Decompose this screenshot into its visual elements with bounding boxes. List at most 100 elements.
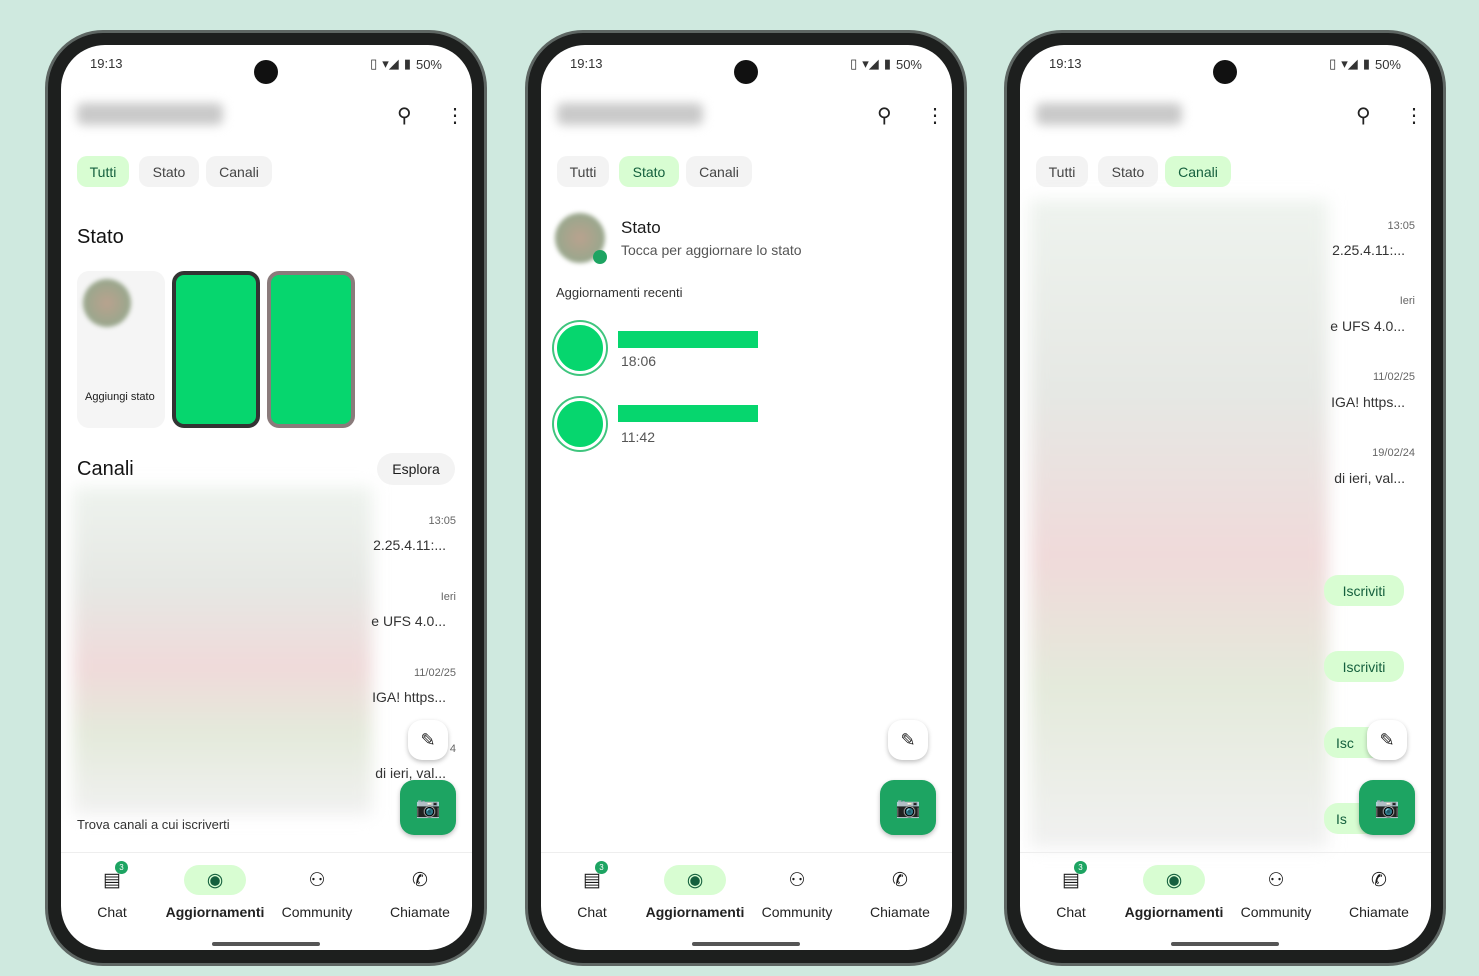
channel-preview[interactable]: di ieri, val... bbox=[356, 765, 446, 781]
page-title-blurred bbox=[1036, 103, 1182, 125]
nav-chat[interactable]: ▤ 3 Chat bbox=[62, 861, 162, 920]
vibrate-icon: ▯ bbox=[370, 56, 378, 71]
nav-label: Chat bbox=[97, 904, 127, 920]
chip-stato[interactable]: Stato bbox=[619, 156, 679, 187]
home-indicator[interactable] bbox=[692, 942, 800, 946]
home-indicator[interactable] bbox=[1171, 942, 1279, 946]
more-icon[interactable]: ⋮ bbox=[1404, 103, 1424, 128]
search-icon[interactable]: ⚲ bbox=[397, 103, 412, 128]
nav-label: Chiamate bbox=[1349, 904, 1409, 920]
nav-label: Chiamate bbox=[870, 904, 930, 920]
nav-chat[interactable]: ▤ 3 Chat bbox=[1021, 861, 1121, 920]
camera-add-icon: 📷 bbox=[1374, 797, 1400, 819]
chip-canali[interactable]: Canali bbox=[686, 156, 752, 187]
camera-add-icon: 📷 bbox=[895, 797, 921, 819]
contact-name-redacted bbox=[618, 405, 758, 422]
my-status-title[interactable]: Stato bbox=[621, 218, 661, 238]
updates-icon: ◉ bbox=[1165, 869, 1183, 891]
nav-divider bbox=[541, 852, 952, 853]
add-status-card[interactable]: Aggiungi stato bbox=[77, 271, 165, 428]
phone-icon: ✆ bbox=[1371, 869, 1387, 891]
channel-preview[interactable]: 2.25.4.11:... bbox=[356, 537, 446, 553]
explore-button[interactable]: Esplora bbox=[377, 453, 455, 485]
nav-aggiornamenti[interactable]: ◉ Aggiornamenti bbox=[1124, 865, 1224, 920]
nav-aggiornamenti[interactable]: ◉ Aggiornamenti bbox=[645, 865, 745, 920]
subscribe-button[interactable]: Iscriviti bbox=[1324, 575, 1404, 606]
channel-time: Ieri bbox=[440, 591, 456, 603]
battery-level: 50% bbox=[415, 56, 442, 72]
nav-divider bbox=[1020, 852, 1431, 853]
search-icon[interactable]: ⚲ bbox=[1356, 103, 1371, 128]
phone-icon: ✆ bbox=[892, 869, 908, 891]
chip-canali[interactable]: Canali bbox=[206, 156, 272, 187]
camera-fab[interactable]: 📷 bbox=[880, 780, 936, 835]
channel-time: 11/02/25 bbox=[413, 667, 456, 679]
my-status-subtitle: Tocca per aggiornare lo stato bbox=[621, 242, 802, 258]
camera-fab[interactable]: 📷 bbox=[1359, 780, 1415, 835]
status-ring[interactable] bbox=[554, 322, 606, 374]
channel-preview[interactable]: e UFS 4.0... bbox=[356, 613, 446, 629]
chip-stato[interactable]: Stato bbox=[1098, 156, 1158, 187]
nav-chiamate[interactable]: ✆ Chiamate bbox=[370, 865, 470, 921]
channel-preview[interactable]: IGA! https... bbox=[1315, 394, 1405, 410]
channel-list-blurred bbox=[73, 487, 372, 815]
recent-updates-heading: Aggiornamenti recenti bbox=[556, 285, 683, 300]
chip-stato[interactable]: Stato bbox=[139, 156, 199, 187]
channel-preview[interactable]: IGA! https... bbox=[356, 689, 446, 705]
chat-badge: 3 bbox=[115, 861, 128, 874]
more-icon[interactable]: ⋮ bbox=[925, 103, 945, 128]
nav-chat[interactable]: ▤ 3 Chat bbox=[542, 861, 642, 920]
nav-chiamate[interactable]: ✆ Chiamate bbox=[1329, 865, 1429, 921]
channel-list-blurred bbox=[1030, 200, 1328, 848]
nav-community[interactable]: ⚇ Community bbox=[1226, 865, 1326, 921]
system-icons: ▯ ▾◢ ▮ 50% bbox=[370, 56, 442, 72]
status-time: 19:13 bbox=[1049, 56, 1082, 71]
status-time: 19:13 bbox=[570, 56, 603, 71]
vibrate-icon: ▯ bbox=[1329, 56, 1337, 71]
camera-hole bbox=[734, 60, 758, 84]
channel-time: 13:05 bbox=[1387, 220, 1415, 232]
channel-preview[interactable]: di ieri, val... bbox=[1315, 470, 1405, 486]
nav-label: Chat bbox=[577, 904, 607, 920]
screen: 19:13 ▯ ▾◢ ▮ 50% ⚲ ⋮ Tutti Stato Canali Sta… bbox=[541, 45, 952, 950]
page-title-blurred bbox=[557, 103, 703, 125]
pencil-fab[interactable]: ✎ bbox=[888, 720, 928, 760]
subscribe-button[interactable]: Iscriviti bbox=[1324, 651, 1404, 682]
pencil-fab[interactable]: ✎ bbox=[1367, 720, 1407, 760]
battery-level: 50% bbox=[895, 56, 922, 72]
nav-divider bbox=[61, 852, 472, 853]
nav-label: Aggiornamenti bbox=[1124, 904, 1224, 920]
chip-tutti[interactable]: Tutti bbox=[77, 156, 129, 187]
vibrate-icon: ▯ bbox=[850, 56, 858, 71]
search-icon[interactable]: ⚲ bbox=[877, 103, 892, 128]
status-card[interactable] bbox=[267, 271, 355, 428]
pencil-fab[interactable]: ✎ bbox=[408, 720, 448, 760]
community-icon: ⚇ bbox=[1267, 869, 1285, 891]
channel-preview[interactable]: 2.25.4.11:... bbox=[1315, 242, 1405, 258]
pencil-icon: ✎ bbox=[420, 729, 436, 750]
nav-community[interactable]: ⚇ Community bbox=[747, 865, 847, 921]
camera-fab[interactable]: 📷 bbox=[400, 780, 456, 835]
community-icon: ⚇ bbox=[788, 869, 806, 891]
more-icon[interactable]: ⋮ bbox=[445, 103, 465, 128]
nav-aggiornamenti[interactable]: ◉ Aggiornamenti bbox=[165, 865, 265, 920]
status-card[interactable] bbox=[172, 271, 260, 428]
pencil-icon: ✎ bbox=[1379, 729, 1395, 750]
stato-heading: Stato bbox=[77, 226, 124, 248]
system-icons: ▯ ▾◢ ▮ 50% bbox=[1329, 56, 1401, 72]
channel-time: 13:05 bbox=[428, 515, 456, 527]
nav-community[interactable]: ⚇ Community bbox=[267, 865, 367, 921]
home-indicator[interactable] bbox=[212, 942, 320, 946]
chat-badge: 3 bbox=[595, 861, 608, 874]
status-time: 18:06 bbox=[621, 353, 657, 369]
updates-icon: ◉ bbox=[206, 869, 224, 891]
status-ring[interactable] bbox=[554, 398, 606, 450]
status-time: 11:42 bbox=[621, 429, 655, 445]
chip-tutti[interactable]: Tutti bbox=[557, 156, 609, 187]
channel-preview[interactable]: e UFS 4.0... bbox=[1315, 318, 1405, 334]
screen: 19:13 ▯ ▾◢ ▮ 50% ⚲ ⋮ Tutti Stato Canali Sta… bbox=[61, 45, 472, 950]
nav-chiamate[interactable]: ✆ Chiamate bbox=[850, 865, 950, 921]
camera-add-icon: 📷 bbox=[415, 797, 441, 819]
chip-tutti[interactable]: Tutti bbox=[1036, 156, 1088, 187]
chip-canali[interactable]: Canali bbox=[1165, 156, 1231, 187]
